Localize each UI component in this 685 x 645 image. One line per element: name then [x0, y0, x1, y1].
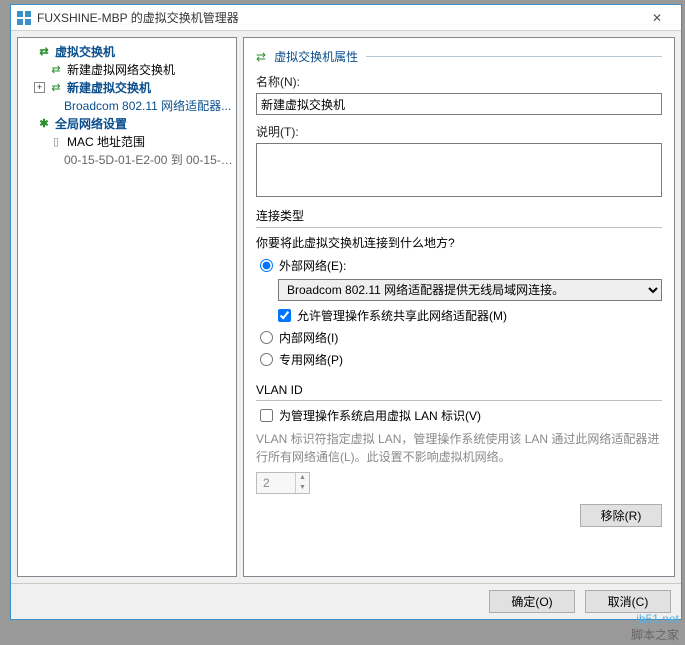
radio-private-label: 专用网络(P)	[279, 351, 343, 368]
client-area: ⇄ 虚拟交换机 ⇄ 新建虚拟网络交换机 + ⇄ 新建虚拟交换机 Broadcom…	[11, 31, 681, 619]
vlan-id-spinner: 2 ▲ ▼	[256, 472, 310, 494]
watermark-text: 脚本之家	[631, 626, 679, 643]
close-button[interactable]: ✕	[637, 6, 677, 30]
tree-item-mac-value[interactable]: 00-15-5D-01-E2-00 到 00-15-5D-0...	[20, 150, 234, 168]
desc-label: 说明(T):	[256, 123, 662, 140]
tree-item-adapter[interactable]: Broadcom 802.11 网络适配器...	[20, 96, 234, 114]
share-checkbox[interactable]	[278, 309, 291, 322]
dialog-footer: 确定(O) 取消(C)	[11, 583, 681, 619]
tree-label: 新建虚拟网络交换机	[67, 61, 175, 78]
tree-header-global[interactable]: ✱ 全局网络设置	[20, 114, 234, 132]
switch-icon: ⇄	[48, 61, 64, 77]
vlan-enable-row[interactable]: 为管理操作系统启用虚拟 LAN 标识(V)	[260, 407, 662, 424]
body: ⇄ 虚拟交换机 ⇄ 新建虚拟网络交换机 + ⇄ 新建虚拟交换机 Broadcom…	[11, 31, 681, 583]
switch-icon: ⇄	[256, 50, 266, 64]
connection-header: 连接类型	[256, 207, 662, 224]
tree-header-switches[interactable]: ⇄ 虚拟交换机	[20, 42, 234, 60]
divider	[256, 400, 662, 401]
external-options: Broadcom 802.11 网络适配器提供无线局域网连接。 允许管理操作系统…	[278, 279, 662, 324]
name-label: 名称(N):	[256, 73, 662, 90]
vlan-section: VLAN ID 为管理操作系统启用虚拟 LAN 标识(V) VLAN 标识符指定…	[256, 383, 662, 494]
tree: ⇄ 虚拟交换机 ⇄ 新建虚拟网络交换机 + ⇄ 新建虚拟交换机 Broadcom…	[18, 38, 236, 172]
switch-icon: ⇄	[36, 43, 52, 59]
tree-item-mac-range[interactable]: ▯ MAC 地址范围	[20, 132, 234, 150]
watermark-url: jb51.net	[631, 612, 679, 626]
tree-label: 虚拟交换机	[55, 43, 115, 60]
spin-up-icon[interactable]: ▲	[295, 473, 309, 483]
radio-internal-input[interactable]	[260, 331, 273, 344]
connection-question: 你要将此虚拟交换机连接到什么地方?	[256, 234, 662, 251]
window-title: FUXSHINE-MBP 的虚拟交换机管理器	[37, 9, 637, 26]
cancel-button[interactable]: 取消(C)	[585, 590, 671, 613]
nic-icon: ▯	[48, 133, 64, 149]
titlebar: FUXSHINE-MBP 的虚拟交换机管理器 ✕	[11, 5, 681, 31]
spacer	[22, 46, 33, 57]
adapter-combo[interactable]: Broadcom 802.11 网络适配器提供无线局域网连接。	[278, 279, 662, 301]
radio-private-input[interactable]	[260, 353, 273, 366]
tree-label: 全局网络设置	[55, 115, 127, 132]
adapter-select[interactable]: Broadcom 802.11 网络适配器提供无线局域网连接。	[278, 279, 662, 301]
ok-button[interactable]: 确定(O)	[489, 590, 575, 613]
app-icon	[17, 11, 31, 25]
group-title-row: ⇄ 虚拟交换机属性	[256, 48, 662, 65]
radio-external-label: 外部网络(E):	[279, 257, 346, 274]
expand-toggle[interactable]: +	[34, 82, 45, 93]
tree-pane: ⇄ 虚拟交换机 ⇄ 新建虚拟网络交换机 + ⇄ 新建虚拟交换机 Broadcom…	[17, 37, 237, 577]
tree-label: Broadcom 802.11 网络适配器...	[64, 97, 231, 114]
radio-private[interactable]: 专用网络(P)	[260, 351, 662, 368]
vlan-enable-label: 为管理操作系统启用虚拟 LAN 标识(V)	[279, 407, 481, 424]
close-icon: ✕	[652, 11, 662, 25]
radio-external-input[interactable]	[260, 259, 273, 272]
spin-down-icon[interactable]: ▼	[295, 483, 309, 493]
watermark: jb51.net 脚本之家	[631, 612, 679, 643]
globe-icon: ✱	[36, 115, 52, 131]
vlan-hint: VLAN 标识符指定虚拟 LAN，管理操作系统使用该 LAN 通过此网络适配器进…	[256, 430, 662, 466]
vswitch-manager-window: FUXSHINE-MBP 的虚拟交换机管理器 ✕ ⇄ 虚拟交换机 ⇄ 新建虚拟网…	[10, 4, 682, 620]
spinner-buttons: ▲ ▼	[295, 473, 309, 493]
detail-pane: ⇄ 虚拟交换机属性 名称(N): 说明(T): 连接类型 你要将此虚拟交换机连接…	[243, 37, 675, 577]
name-input[interactable]	[256, 93, 662, 115]
tree-label: 00-15-5D-01-E2-00 到 00-15-5D-0...	[64, 151, 234, 168]
tree-label: 新建虚拟交换机	[67, 79, 151, 96]
radio-internal-label: 内部网络(I)	[279, 329, 338, 346]
tree-item-new-switch-selected[interactable]: + ⇄ 新建虚拟交换机	[20, 78, 234, 96]
remove-button[interactable]: 移除(R)	[580, 504, 662, 527]
vlan-header: VLAN ID	[256, 383, 662, 397]
share-label: 允许管理操作系统共享此网络适配器(M)	[297, 307, 507, 324]
switch-icon: ⇄	[48, 79, 64, 95]
desc-textarea[interactable]	[256, 143, 662, 197]
tree-item-new-network-switch[interactable]: ⇄ 新建虚拟网络交换机	[20, 60, 234, 78]
tree-label: MAC 地址范围	[67, 133, 145, 150]
divider	[256, 227, 662, 228]
group-title: 虚拟交换机属性	[274, 48, 358, 65]
radio-external[interactable]: 外部网络(E):	[260, 257, 662, 274]
remove-row: 移除(R)	[256, 504, 662, 527]
vlan-id-value: 2	[257, 476, 295, 490]
radio-internal[interactable]: 内部网络(I)	[260, 329, 662, 346]
share-checkbox-row[interactable]: 允许管理操作系统共享此网络适配器(M)	[278, 307, 662, 324]
vlan-enable-checkbox[interactable]	[260, 409, 273, 422]
spacer	[22, 118, 33, 129]
connection-section: 连接类型 你要将此虚拟交换机连接到什么地方? 外部网络(E): Broadcom…	[256, 207, 662, 373]
divider	[366, 56, 662, 57]
